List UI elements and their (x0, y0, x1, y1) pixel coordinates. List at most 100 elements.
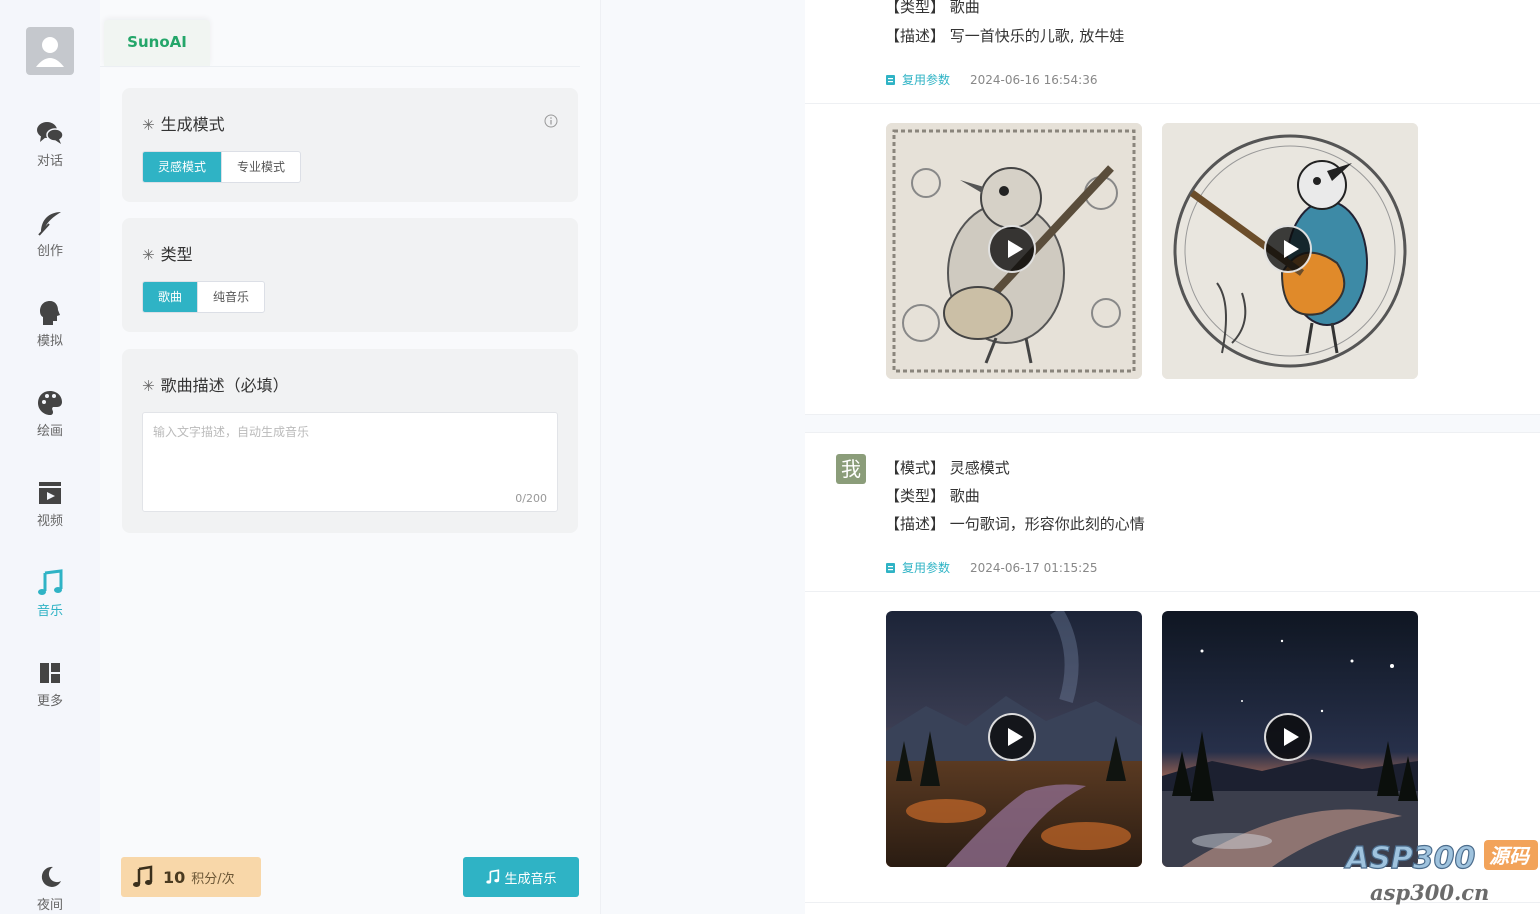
nav-label: 绘画 (36, 424, 63, 439)
entry-type-value: 歌曲 (949, 487, 980, 505)
cost-badge: 10 积分/次 (121, 857, 261, 897)
play-button[interactable] (988, 713, 1036, 761)
generate-music-button[interactable]: 生成音乐 (463, 857, 579, 897)
type-option-instrumental[interactable]: 纯音乐 (197, 282, 264, 312)
description-card: ✳ 歌曲描述（必填） 0/200 (122, 349, 578, 533)
night-label: 夜间 (36, 898, 63, 913)
nav-label: 视频 (36, 514, 63, 529)
song-thumbnail[interactable] (886, 611, 1142, 867)
music-note-icon (486, 869, 500, 884)
entry-desc-line: 【描述】 写一首快乐的儿歌, 放牛娃 (885, 25, 1124, 46)
svg-text:asp300.cn: asp300.cn (1370, 880, 1489, 905)
type-title-text: 类型 (160, 245, 193, 264)
moon-icon (41, 866, 61, 887)
copy-icon (886, 75, 895, 85)
music-note-icon (38, 569, 63, 595)
song-thumbnail[interactable] (886, 123, 1142, 379)
reuse-params-button[interactable]: 复用参数 (885, 71, 950, 88)
nav-label: 对话 (36, 154, 63, 169)
asp300-watermark-logo: ASP300 源码 asp300.cn (1343, 840, 1538, 905)
entry-divider (805, 432, 1540, 433)
reuse-params-button[interactable]: 复用参数 (885, 559, 950, 576)
entry-divider (805, 591, 1540, 592)
generate-label: 生成音乐 (504, 871, 557, 887)
play-button[interactable] (1264, 713, 1312, 761)
film-icon (39, 482, 61, 504)
play-button[interactable] (1264, 225, 1312, 273)
entry-type-line: 【类型】 歌曲 (885, 485, 980, 506)
nav-item-simulate[interactable]: 模拟 (0, 298, 100, 349)
entry-type-label: 【类型】 (885, 0, 946, 14)
nav-item-create[interactable]: 创作 (0, 208, 100, 259)
char-counter: 0/200 (515, 492, 547, 505)
song-thumbnail[interactable] (1162, 123, 1418, 379)
mode-selector: 灵感模式 专业模式 (142, 151, 302, 183)
cost-value: 10 (163, 867, 186, 887)
description-input[interactable] (143, 413, 557, 511)
mode-title: ✳ 生成模式 (142, 111, 225, 135)
nav-item-more[interactable]: 更多 (0, 658, 100, 709)
svg-text:源码: 源码 (1489, 844, 1531, 868)
copy-icon (886, 563, 895, 573)
entry-meta: 复用参数 2024-06-16 16:54:36 (885, 71, 1097, 88)
required-asterisk-icon: ✳ (142, 116, 155, 134)
grid-icon (40, 663, 60, 683)
entry-desc-value: 一句歌词，形容你此刻的心情 (949, 515, 1145, 533)
entry-type-value: 歌曲 (949, 0, 980, 14)
nav-label: 模拟 (36, 334, 63, 349)
nav-label: 更多 (36, 694, 63, 709)
entry-mode-line: 【模式】 灵感模式 (885, 457, 1010, 478)
required-asterisk-icon: ✳ (142, 246, 155, 264)
description-title-text: 歌曲描述（必填） (160, 376, 289, 395)
type-card: ✳ 类型 歌曲 纯音乐 (122, 218, 578, 332)
nav-item-music[interactable]: 音乐 (0, 568, 100, 619)
play-button[interactable] (988, 225, 1036, 273)
description-title: ✳ 歌曲描述（必填） (142, 372, 289, 396)
type-title: ✳ 类型 (142, 241, 193, 265)
tab-label: SunoAI (127, 33, 187, 51)
mode-option-pro[interactable]: 专业模式 (221, 152, 300, 182)
svg-text:ASP300: ASP300 (1344, 841, 1475, 876)
nav-item-draw[interactable]: 绘画 (0, 388, 100, 439)
entry-gap (805, 415, 1540, 432)
entry-divider (805, 103, 1540, 104)
required-asterisk-icon: ✳ (142, 377, 155, 395)
nav-item-video[interactable]: 视频 (0, 478, 100, 529)
entry-timestamp: 2024-06-16 16:54:36 (970, 72, 1098, 87)
type-selector: 歌曲 纯音乐 (142, 281, 266, 313)
music-note-icon (133, 865, 153, 887)
nav-label: 创作 (36, 244, 63, 259)
entry-desc-line: 【描述】 一句歌词，形容你此刻的心情 (885, 513, 1145, 534)
palette-icon (38, 391, 62, 415)
feather-icon (38, 212, 61, 236)
info-icon[interactable] (544, 114, 558, 128)
mode-card: ✳ 生成模式 灵感模式 专业模式 (122, 88, 578, 202)
entry-meta: 复用参数 2024-06-17 01:15:25 (885, 559, 1097, 576)
description-field: 0/200 (142, 412, 558, 512)
type-option-song[interactable]: 歌曲 (143, 282, 198, 312)
user-avatar[interactable] (26, 27, 74, 75)
entry-type-line-clipped: 【类型】 歌曲 (885, 0, 980, 14)
night-mode-toggle[interactable]: 夜间 (0, 862, 100, 913)
mode-option-inspiration[interactable]: 灵感模式 (143, 152, 222, 182)
side-nav: 对话 创作 模拟 绘画 视频 音乐 更多 夜间 (0, 0, 100, 914)
chat-icon (37, 122, 64, 144)
me-avatar: 我 (836, 454, 866, 484)
entry-timestamp: 2024-06-17 01:15:25 (970, 560, 1098, 575)
tab-divider (100, 66, 580, 67)
head-icon (40, 301, 60, 325)
entry-type-label: 【类型】 (885, 487, 946, 505)
nav-label: 音乐 (36, 604, 63, 619)
entry-desc-label: 【描述】 (885, 515, 946, 533)
reuse-label: 复用参数 (902, 561, 951, 575)
nav-item-chat[interactable]: 对话 (0, 118, 100, 169)
cost-unit: 积分/次 (191, 871, 235, 887)
entry-desc-label: 【描述】 (885, 27, 946, 45)
entry-mode-label: 【模式】 (885, 459, 946, 477)
entry-desc-value: 写一首快乐的儿歌, 放牛娃 (949, 27, 1125, 45)
reuse-label: 复用参数 (902, 73, 951, 87)
mode-title-text: 生成模式 (160, 115, 225, 134)
tab-sunoai[interactable]: SunoAI (104, 20, 210, 66)
song-thumbnail[interactable] (1162, 611, 1418, 867)
entry-mode-value: 灵感模式 (949, 459, 1010, 477)
